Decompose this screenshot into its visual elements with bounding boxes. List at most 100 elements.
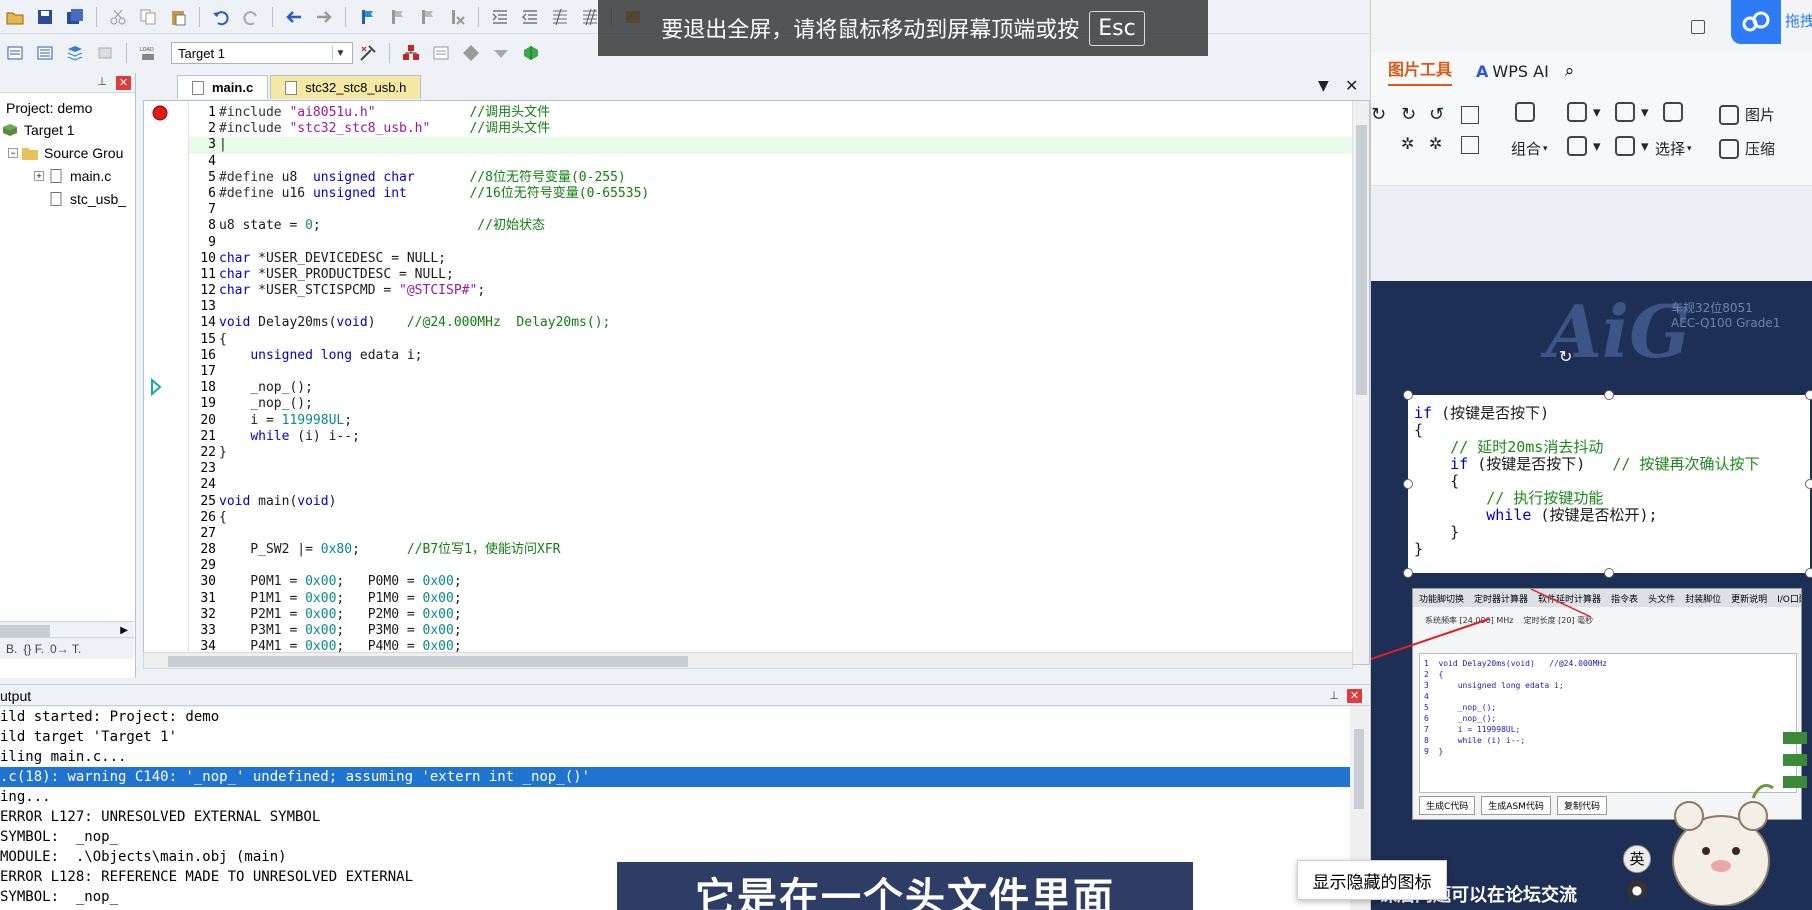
stop-build-icon[interactable] [94, 42, 116, 64]
tab-templates[interactable]: 0→ T. [50, 642, 81, 656]
bookmark-next-icon[interactable] [416, 6, 438, 28]
code-line[interactable]: 2 #include "stc32_stc8_usb.h" //调用头文件 [189, 121, 1354, 137]
editor-hscrollbar[interactable] [143, 652, 1353, 669]
pin-icon[interactable]: ⊥ [96, 76, 108, 88]
flip-icon[interactable]: ↺ [1429, 104, 1444, 125]
rotate-icon[interactable]: ↻ [1371, 104, 1386, 125]
select-button[interactable]: 选择 ▾ [1655, 138, 1692, 159]
cut-icon[interactable] [107, 6, 129, 28]
code-line[interactable]: 17 [189, 364, 1354, 380]
thumbnail-icon[interactable] [1783, 754, 1807, 766]
bookmark-prev-icon[interactable] [386, 6, 408, 28]
redo-icon[interactable] [240, 6, 262, 28]
bookmark-icon[interactable] [356, 6, 378, 28]
collapse-icon[interactable]: − [8, 148, 18, 158]
code-line[interactable]: 28 P_SW2 |= 0x80; //B7位写1，使能访问XFR [189, 542, 1354, 558]
nav-back-icon[interactable] [283, 6, 305, 28]
code-line[interactable]: 21 while (i) i--; [189, 429, 1354, 445]
code-line[interactable]: 22} [189, 445, 1354, 461]
scroll-thumb[interactable] [0, 625, 50, 637]
tab-list-icon[interactable]: ▼ [1318, 78, 1329, 94]
code-line[interactable]: 32 P2M1 = 0x00; P2M0 = 0x00; [189, 607, 1354, 623]
layer-icon[interactable]: ▾ [1567, 102, 1601, 122]
file-extensions-icon[interactable] [430, 42, 452, 64]
code-line[interactable]: 11 char *USER_PRODUCTDESC = NULL; [189, 267, 1354, 283]
slide[interactable]: AiG 车规32位8051 AEC-Q100 Grade1 ↻ if (按键是否… [1371, 281, 1812, 910]
manage-project-icon[interactable] [400, 42, 422, 64]
thumbnail-icon[interactable] [1783, 732, 1807, 744]
scroll-right-icon[interactable]: ▶ [120, 625, 128, 636]
cloud-icon[interactable] [1731, 0, 1781, 44]
thumbnail-icon[interactable] [1783, 776, 1807, 788]
pin-icon[interactable]: ⊥ [1328, 690, 1340, 702]
scroll-thumb[interactable] [1356, 125, 1367, 395]
outdent-icon[interactable] [519, 6, 541, 28]
code-line[interactable]: 9 [189, 235, 1354, 251]
close-icon[interactable]: ✕ [116, 76, 131, 90]
tree-item-usb-header[interactable]: stc_usb_ [48, 188, 126, 210]
copy-icon[interactable] [137, 6, 159, 28]
code-line[interactable]: 5 #define u8 unsigned char //8位无符号变量(0-25… [189, 170, 1354, 186]
tab-functions[interactable]: {} F. [23, 642, 44, 656]
tree-item-main-c[interactable]: + main.c [34, 165, 111, 187]
tab-books[interactable]: B. [6, 642, 17, 656]
build-icon[interactable] [34, 42, 56, 64]
expand-icon[interactable]: + [34, 171, 44, 181]
code-line[interactable]: 7 [189, 202, 1354, 218]
select-packs-icon[interactable] [460, 42, 482, 64]
align-icon[interactable]: ▾ [1567, 136, 1601, 156]
nav-forward-icon[interactable] [313, 6, 335, 28]
select-icon[interactable] [1663, 102, 1689, 122]
wps-canvas[interactable]: AiG 车规32位8051 AEC-Q100 Grade1 ↻ if (按键是否… [1371, 186, 1812, 910]
target-options-icon[interactable] [357, 42, 379, 64]
code-line[interactable]: 27 [189, 526, 1354, 542]
tree-item-target[interactable]: Target 1 [2, 119, 75, 141]
code-line[interactable]: 14 void Delay20ms(void) //@24.000MHz Dela… [189, 315, 1354, 331]
code-line[interactable]: 8 u8 state = 0; //初始状态 [189, 218, 1354, 234]
code-line[interactable]: 29 [189, 558, 1354, 574]
code-line[interactable]: 4 [189, 154, 1354, 170]
group-button[interactable]: 组合 ▾ [1511, 138, 1548, 159]
output-line[interactable]: ild started: Project: demo [0, 707, 1350, 727]
close-editor-icon[interactable]: ✕ [1345, 76, 1358, 95]
pack-installer-icon[interactable] [490, 42, 512, 64]
scroll-thumb[interactable] [168, 656, 688, 667]
output-line[interactable]: .c(18): warning C140: '_nop_' undefined;… [0, 767, 1350, 787]
close-icon[interactable]: ✕ [1347, 689, 1362, 703]
code-line[interactable]: 15{ [189, 332, 1354, 348]
rotate-right-icon[interactable]: ↻ [1401, 104, 1416, 125]
save-icon[interactable] [34, 6, 56, 28]
scroll-thumb[interactable] [1354, 729, 1364, 809]
code-editor[interactable]: 1 #include "ai8051u.h" //调用头文件 2 #include "… [143, 100, 1370, 665]
side-thumbnails[interactable] [1783, 732, 1807, 792]
picture-button[interactable]: 图片 [1719, 104, 1775, 125]
code-line[interactable]: 33 P3M1 = 0x00; P3M0 = 0x00; [189, 623, 1354, 639]
effect2-icon[interactable]: ✲ [1429, 134, 1442, 153]
up-layer-icon[interactable]: ▾ [1615, 102, 1649, 122]
editor-gutter[interactable] [144, 101, 189, 664]
restore-window-icon[interactable] [1691, 20, 1705, 34]
code-line[interactable]: 20 i = 119998UL; [189, 413, 1354, 429]
tab-wps-ai[interactable]: A WPS AI [1476, 62, 1549, 81]
editor-vscrollbar[interactable] [1352, 101, 1369, 664]
code-line[interactable]: 19 _nop_(); [189, 396, 1354, 412]
code-line[interactable]: 25 void main(void) [189, 494, 1354, 510]
code-line[interactable]: 24 [189, 477, 1354, 493]
comment-icon[interactable] [549, 6, 571, 28]
code-line[interactable]: 10 char *USER_DEVICEDESC = NULL; [189, 251, 1354, 267]
bookmark-clear-icon[interactable] [446, 6, 468, 28]
code-line[interactable]: 30 P0M1 = 0x00; P0M0 = 0x00; [189, 574, 1354, 590]
paste-icon[interactable] [167, 6, 189, 28]
search-icon[interactable]: ⌕ [1565, 61, 1575, 81]
code-line[interactable]: 1 #include "ai8051u.h" //调用头文件 [189, 105, 1354, 121]
code-line[interactable]: 31 P1M1 = 0x00; P1M0 = 0x00; [189, 591, 1354, 607]
tab-main-c[interactable]: main.c [177, 75, 269, 99]
rebuild-icon[interactable] [64, 42, 86, 64]
indent-icon[interactable] [489, 6, 511, 28]
ime-mascot-icon[interactable]: ● [1627, 880, 1647, 900]
code-line[interactable]: 3 | [189, 137, 1354, 154]
tab-stc32-header[interactable]: stc32_stc8_usb.h [270, 75, 422, 99]
save-all-icon[interactable] [64, 6, 86, 28]
drag-label[interactable]: 拖拽 [1785, 10, 1812, 31]
code-line[interactable]: 18 _nop_(); [189, 380, 1354, 396]
